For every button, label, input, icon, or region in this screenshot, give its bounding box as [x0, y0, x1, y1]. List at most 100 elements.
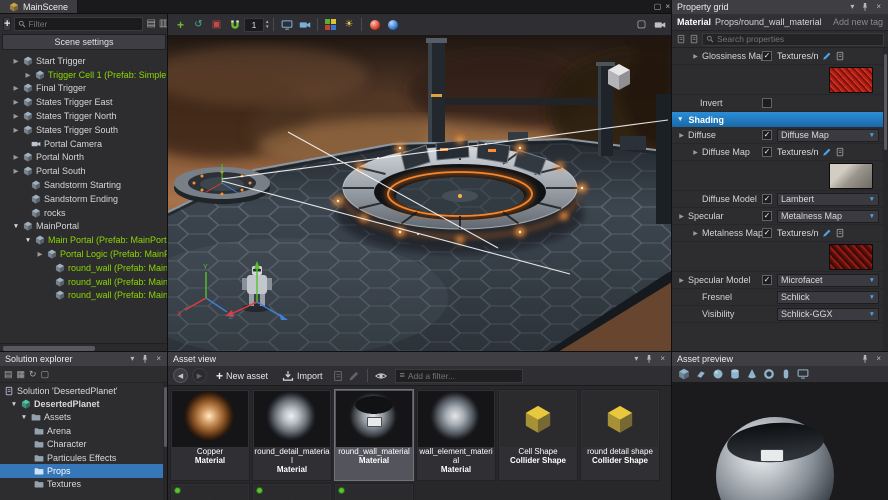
asset-filter-box[interactable]: ≡ — [394, 368, 523, 383]
asset-preview-canvas[interactable] — [672, 383, 888, 500]
property-row-metalness-map[interactable]: ▶ Metalness Map ✓ Textures/n — [672, 225, 883, 242]
property-search-box[interactable] — [702, 32, 884, 46]
collapse-all-icon[interactable]: ▤ — [4, 369, 13, 379]
close-icon[interactable]: × — [154, 355, 163, 363]
specular-checkbox[interactable]: ✓ — [762, 211, 772, 221]
specular-model-checkbox[interactable]: ✓ — [762, 275, 772, 285]
close-icon[interactable]: × — [658, 355, 667, 363]
close-icon[interactable]: × — [874, 355, 883, 363]
paste-properties-icon[interactable] — [689, 34, 699, 44]
glossiness-checkbox[interactable]: ✓ — [762, 51, 772, 61]
pin-icon[interactable] — [860, 2, 870, 12]
tree-item-main-portal[interactable]: ▼ Main Portal (Prefab: MainPortal) — [0, 233, 168, 247]
tree-item-sandstorm-starting[interactable]: Sandstorm Starting — [0, 178, 168, 192]
asset-tile-cut-1[interactable] — [170, 483, 250, 500]
asset-tile-cut-2[interactable] — [252, 483, 332, 500]
view-mode-icon[interactable]: ▤ — [146, 17, 155, 31]
snap-value-input[interactable] — [244, 17, 264, 32]
tree-item-round-wall-2[interactable]: round_wall (Prefab: MainPortal) — [0, 275, 168, 289]
property-search-input[interactable] — [717, 34, 880, 44]
expander-icon[interactable]: ▶ — [692, 53, 699, 60]
tree-item-portal-logic[interactable]: ▶Portal Logic (Prefab: MainPortal) — [0, 247, 169, 261]
pin-icon[interactable] — [644, 354, 654, 364]
expander-icon[interactable]: ▶ — [678, 277, 685, 284]
property-row-diffuse[interactable]: ▶ Diffuse ✓ Diffuse Map ▼ — [672, 127, 883, 144]
pin-icon[interactable] — [140, 354, 150, 364]
metalness-map-checkbox[interactable]: ✓ — [762, 228, 772, 238]
tree-item-start-trigger[interactable]: ▶ Start Trigger — [0, 54, 168, 68]
property-row-diffuse-map[interactable]: ▶ Diffuse Map ✓ Textures/n — [672, 144, 883, 161]
expander-icon[interactable]: ▶ — [24, 71, 32, 79]
expander-icon[interactable]: ▶ — [12, 167, 20, 175]
specular-model-dropdown[interactable]: Microfacet ▼ — [777, 273, 879, 287]
menu-arrow-icon[interactable]: ▾ — [632, 355, 640, 363]
menu-arrow-icon[interactable]: ▾ — [128, 355, 136, 363]
scene-settings-button[interactable]: Scene settings — [2, 34, 166, 50]
folder-item-particules-effects[interactable]: Particules Effects — [0, 451, 168, 464]
tab-mainscene[interactable]: MainScene — [0, 0, 79, 14]
preview-toggle-eye-icon[interactable] — [375, 370, 387, 382]
expander-icon[interactable]: ▶ — [692, 149, 699, 156]
copy-properties-icon[interactable] — [676, 34, 686, 44]
edit-asset-icon[interactable] — [348, 370, 360, 382]
expander-icon[interactable]: ▶ — [12, 126, 20, 134]
snap-value-stepper[interactable]: ▲ ▼ — [244, 17, 269, 32]
property-row-specular[interactable]: ▶ Specular ✓ Metalness Map ▼ — [672, 208, 883, 225]
asset-tile-round-detail-shape[interactable]: round detail shape Collider Shape — [580, 389, 660, 481]
icon-view-icon[interactable]: ▦ — [17, 369, 26, 379]
specular-dropdown[interactable]: Metalness Map ▼ — [777, 209, 879, 223]
glossiness-texture-thumbnail[interactable] — [829, 66, 873, 93]
project-item[interactable]: ▼ DesertedPlanet — [0, 397, 168, 410]
solution-root-item[interactable]: Solution 'DesertedPlanet' — [0, 384, 168, 397]
section-expander-icon[interactable]: ▼ — [677, 116, 683, 123]
group-mode-icon[interactable]: ▥ — [159, 17, 168, 31]
tree-item-rocks[interactable]: rocks — [0, 206, 168, 220]
tree-item-states-trigger-south[interactable]: ▶ States Trigger South — [0, 123, 168, 137]
tree-item-mainportal[interactable]: ▼ MainPortal — [0, 220, 168, 234]
tree-item-sandstorm-ending[interactable]: Sandstorm Ending — [0, 192, 168, 206]
property-vertical-scrollbar[interactable] — [883, 48, 888, 352]
viewport-3d-scene[interactable]: Y X Z — [168, 36, 672, 352]
invert-checkbox[interactable] — [762, 98, 772, 108]
property-row-visibility[interactable]: Visibility Schlick-GGX ▼ — [672, 306, 883, 323]
scale-tool-icon[interactable]: ▣ — [208, 16, 225, 33]
property-row-glossiness[interactable]: ▶ Glossiness Map ✓ Textures/n — [672, 48, 883, 65]
import-button[interactable]: Import — [277, 368, 328, 384]
preview-shape-torus-icon[interactable] — [763, 368, 775, 380]
folder-item-arena[interactable]: Arena — [0, 424, 168, 437]
expander-icon[interactable]: ▶ — [12, 84, 20, 92]
preview-shape-cylinder-icon[interactable] — [729, 368, 741, 380]
preview-shape-capsule-icon[interactable] — [780, 368, 792, 380]
close-icon[interactable]: × — [663, 3, 672, 11]
tree-item-trigger-cell-1[interactable]: ▶Trigger Cell 1 (Prefab: Simple Trigg — [0, 68, 169, 82]
asset-tile-cut-3[interactable] — [334, 483, 414, 500]
hierarchy-horizontal-scrollbar[interactable] — [0, 343, 168, 352]
lighting-toggle-icon[interactable]: ☀ — [340, 16, 357, 33]
pin-icon[interactable] — [860, 354, 870, 364]
spin-down-icon[interactable]: ▼ — [265, 24, 269, 30]
reset-icon[interactable] — [835, 51, 845, 61]
snap-spinner[interactable]: ▲ ▼ — [265, 19, 269, 30]
scrollbar-thumb[interactable] — [884, 54, 887, 150]
asset-tile-cell-shape[interactable]: Cell Shape Collider Shape — [498, 389, 578, 481]
add-entity-button[interactable]: + — [3, 16, 12, 31]
diffuse-model-checkbox[interactable]: ✓ — [762, 194, 772, 204]
folder-item-character[interactable]: Character — [0, 438, 168, 451]
diffuse-dropdown[interactable]: Diffuse Map ▼ — [777, 128, 879, 142]
tree-item-final-trigger[interactable]: ▶ Final Trigger — [0, 82, 168, 96]
preview-shape-model-icon[interactable] — [797, 368, 809, 380]
preview-shape-sphere-icon[interactable] — [712, 368, 724, 380]
add-tag-field[interactable]: Add new tag — [833, 17, 883, 27]
property-row-invert[interactable]: Invert — [672, 95, 883, 112]
rotate-tool-icon[interactable]: ↺ — [190, 16, 207, 33]
asset-tile-wall-element-material[interactable]: wall_element_material Material — [416, 389, 496, 481]
tree-item-states-trigger-east[interactable]: ▶ States Trigger East — [0, 95, 168, 109]
asset-tile-round-detail-material[interactable]: round_detail_material Material — [252, 389, 332, 481]
pick-asset-icon[interactable] — [822, 228, 832, 238]
hierarchy-filter-input[interactable] — [28, 18, 140, 29]
material-mode-blue-icon[interactable] — [384, 16, 401, 33]
expander-icon[interactable]: ▶ — [12, 98, 20, 106]
preview-shape-cone-icon[interactable] — [746, 368, 758, 380]
menu-arrow-icon[interactable]: ▾ — [848, 3, 856, 11]
expander-icon[interactable]: ▶ — [12, 153, 20, 161]
